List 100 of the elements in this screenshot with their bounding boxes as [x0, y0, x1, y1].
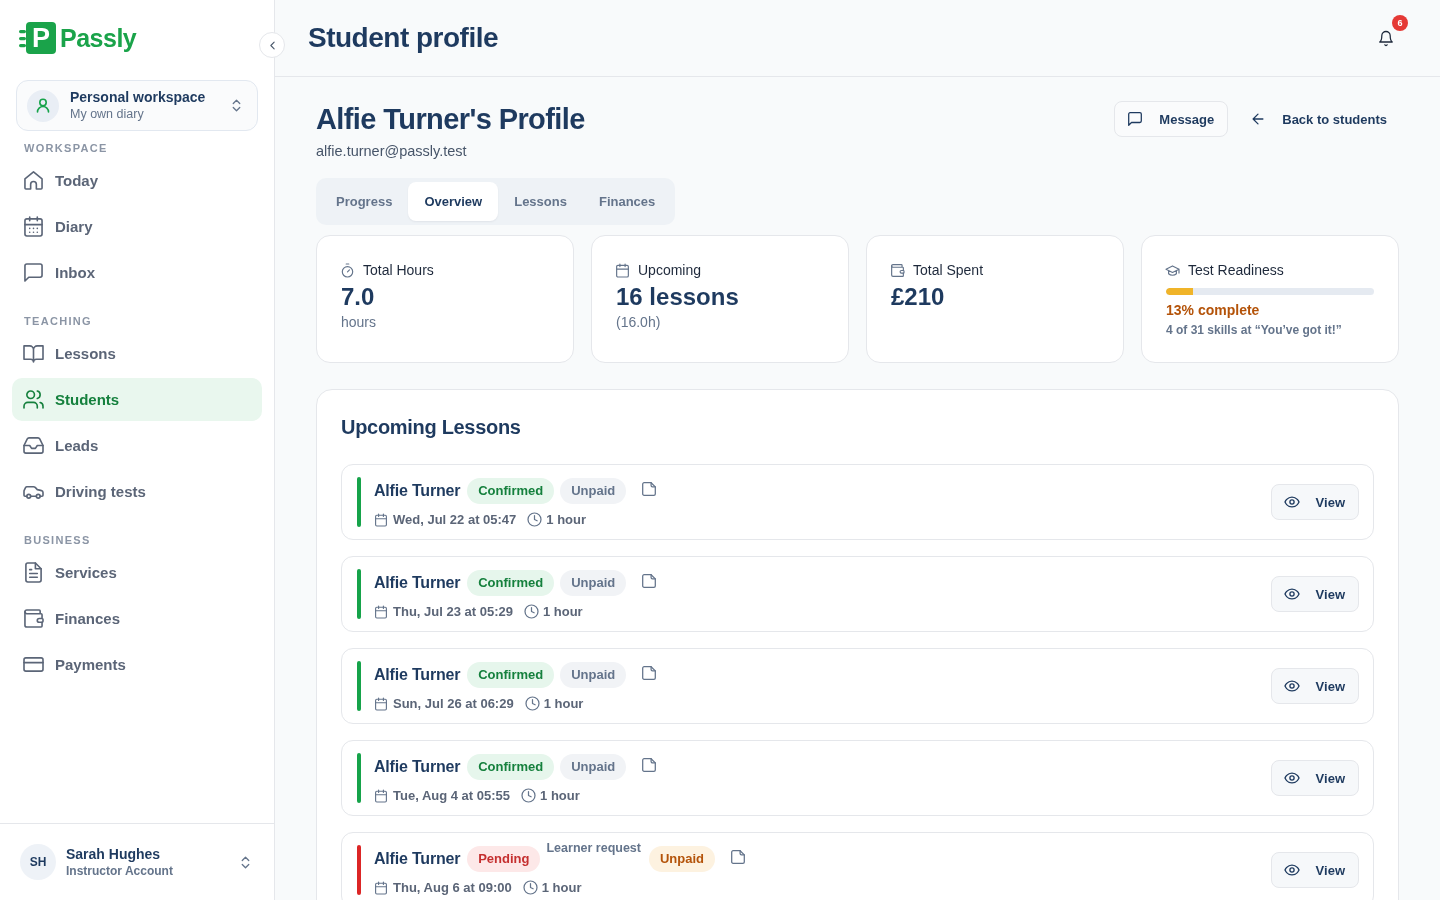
calendar-icon	[375, 513, 387, 526]
payment-badge: Unpaid	[560, 753, 627, 780]
eye-icon	[1284, 679, 1299, 693]
stat-label: Upcoming	[638, 261, 702, 280]
view-button[interactable]: View	[1270, 760, 1359, 796]
lesson-date: Tue, Aug 4 at 05:55	[393, 788, 511, 803]
student-name: Alfie Turner	[374, 665, 461, 684]
page-icon	[642, 573, 657, 588]
back-link[interactable]: Back to students	[1238, 101, 1399, 137]
view-button[interactable]: View	[1270, 668, 1359, 704]
nav-item[interactable]: Driving tests	[12, 470, 262, 513]
nav-item[interactable]: Today	[12, 159, 262, 202]
eye-icon	[1284, 863, 1299, 877]
nav-item[interactable]: Finances	[12, 597, 262, 640]
arrow-left-icon	[1251, 112, 1266, 126]
nav-item[interactable]: Lessons	[12, 332, 262, 375]
payment-badge: Unpaid	[560, 569, 627, 596]
clock-icon	[528, 513, 542, 526]
nav-item[interactable]: Students	[12, 378, 262, 421]
status-stripe	[357, 661, 361, 711]
document-icon	[24, 563, 43, 582]
bell-icon	[1379, 30, 1393, 46]
payment-badge: Unpaid	[560, 661, 627, 688]
eye-icon	[1284, 495, 1299, 509]
notification-count: 6	[1392, 15, 1408, 31]
nav-item[interactable]: Leads	[12, 424, 262, 467]
user-role: Instructor Account	[66, 862, 173, 879]
student-name: Alfie Turner	[374, 481, 461, 500]
progress-value: 13% complete	[1166, 301, 1261, 320]
eye-icon	[1284, 771, 1299, 785]
status-badge: Confirmed	[467, 477, 555, 504]
lesson-duration: 1 hour	[542, 604, 583, 619]
chat-bubble-icon	[1128, 112, 1143, 126]
stat-note: (16.0h)	[616, 313, 662, 332]
nav-item[interactable]: Inbox	[12, 251, 262, 294]
message-button[interactable]: Message	[1114, 101, 1229, 137]
section-title: Upcoming Lessons	[341, 415, 522, 440]
section-heading: WORKSPACE	[23, 141, 109, 155]
profile-email: alfie.turner@passly.test	[316, 142, 468, 160]
nav-item[interactable]: Services	[12, 551, 262, 594]
home-icon	[24, 171, 43, 190]
page-icon	[642, 665, 657, 680]
tray-icon	[24, 436, 43, 455]
payment-badge: Unpaid	[648, 845, 716, 872]
page-icon	[642, 757, 657, 772]
lesson-duration: 1 hour	[546, 512, 587, 527]
logo-mark: P	[26, 22, 56, 54]
workspace-subtitle: My own diary	[70, 106, 145, 122]
nav-item[interactable]: Diary	[12, 205, 262, 248]
student-name: Alfie Turner	[374, 757, 461, 776]
stat-label: Total Hours	[363, 261, 434, 280]
graduation-cap-icon	[1166, 263, 1179, 277]
up-down-chevrons-icon	[230, 99, 243, 112]
view-button[interactable]: View	[1270, 576, 1359, 612]
person-icon	[27, 89, 59, 122]
progress-note: 4 of 31 skills at “You’ve got it!”	[1166, 322, 1343, 338]
payment-badge: Unpaid	[560, 477, 627, 504]
stat-label: Test Readiness	[1188, 261, 1284, 280]
student-name: Alfie Turner	[374, 849, 461, 868]
page-icon	[731, 849, 746, 864]
workspace-switcher[interactable]: Personal workspace My own diary	[16, 80, 258, 131]
view-button[interactable]: View	[1270, 852, 1359, 888]
clock-icon	[525, 697, 539, 710]
calendar-icon	[375, 697, 387, 710]
stat-note: hours	[341, 313, 378, 332]
clock-icon	[523, 881, 537, 894]
calendar-icon	[375, 789, 387, 802]
nav-item[interactable]: Payments	[12, 643, 262, 686]
collapse-button[interactable]	[259, 32, 285, 58]
request-label: Learner request	[546, 840, 641, 855]
status-stripe	[357, 477, 361, 527]
chat-bubble-icon	[24, 263, 43, 282]
status-stripe	[357, 845, 361, 895]
calendar-icon	[616, 263, 629, 277]
tab[interactable]: Lessons	[498, 182, 583, 221]
stat-label: Total Spent	[913, 261, 984, 280]
status-stripe	[357, 753, 361, 803]
status-stripe	[357, 569, 361, 619]
profile-name: Alfie Turner's Profile	[316, 102, 585, 137]
stat-value: 7.0	[341, 282, 376, 312]
lesson-date: Sun, Jul 26 at 06:29	[393, 696, 514, 711]
card-icon	[24, 655, 43, 674]
up-down-chevrons-icon	[239, 855, 252, 869]
lesson-date: Thu, Aug 6 at 09:00	[393, 880, 512, 895]
tab[interactable]: Progress	[320, 182, 409, 221]
logo-wordmark: Passly	[60, 23, 137, 53]
lesson-duration: 1 hour	[543, 696, 584, 711]
user-name: Sarah Hughes	[66, 845, 162, 863]
wallet-icon	[24, 609, 43, 628]
status-badge: Confirmed	[467, 569, 555, 596]
view-button[interactable]: View	[1270, 484, 1359, 520]
page-title: Student profile	[308, 22, 499, 54]
calendar-icon	[375, 881, 387, 894]
status-badge: Confirmed	[467, 661, 555, 688]
stat-value: 16 lessons	[616, 282, 740, 312]
section-heading: BUSINESS	[23, 533, 92, 547]
page-icon	[642, 481, 657, 496]
stopwatch-icon	[341, 263, 354, 277]
tab[interactable]: Overview	[408, 182, 499, 221]
tab[interactable]: Finances	[582, 182, 672, 221]
